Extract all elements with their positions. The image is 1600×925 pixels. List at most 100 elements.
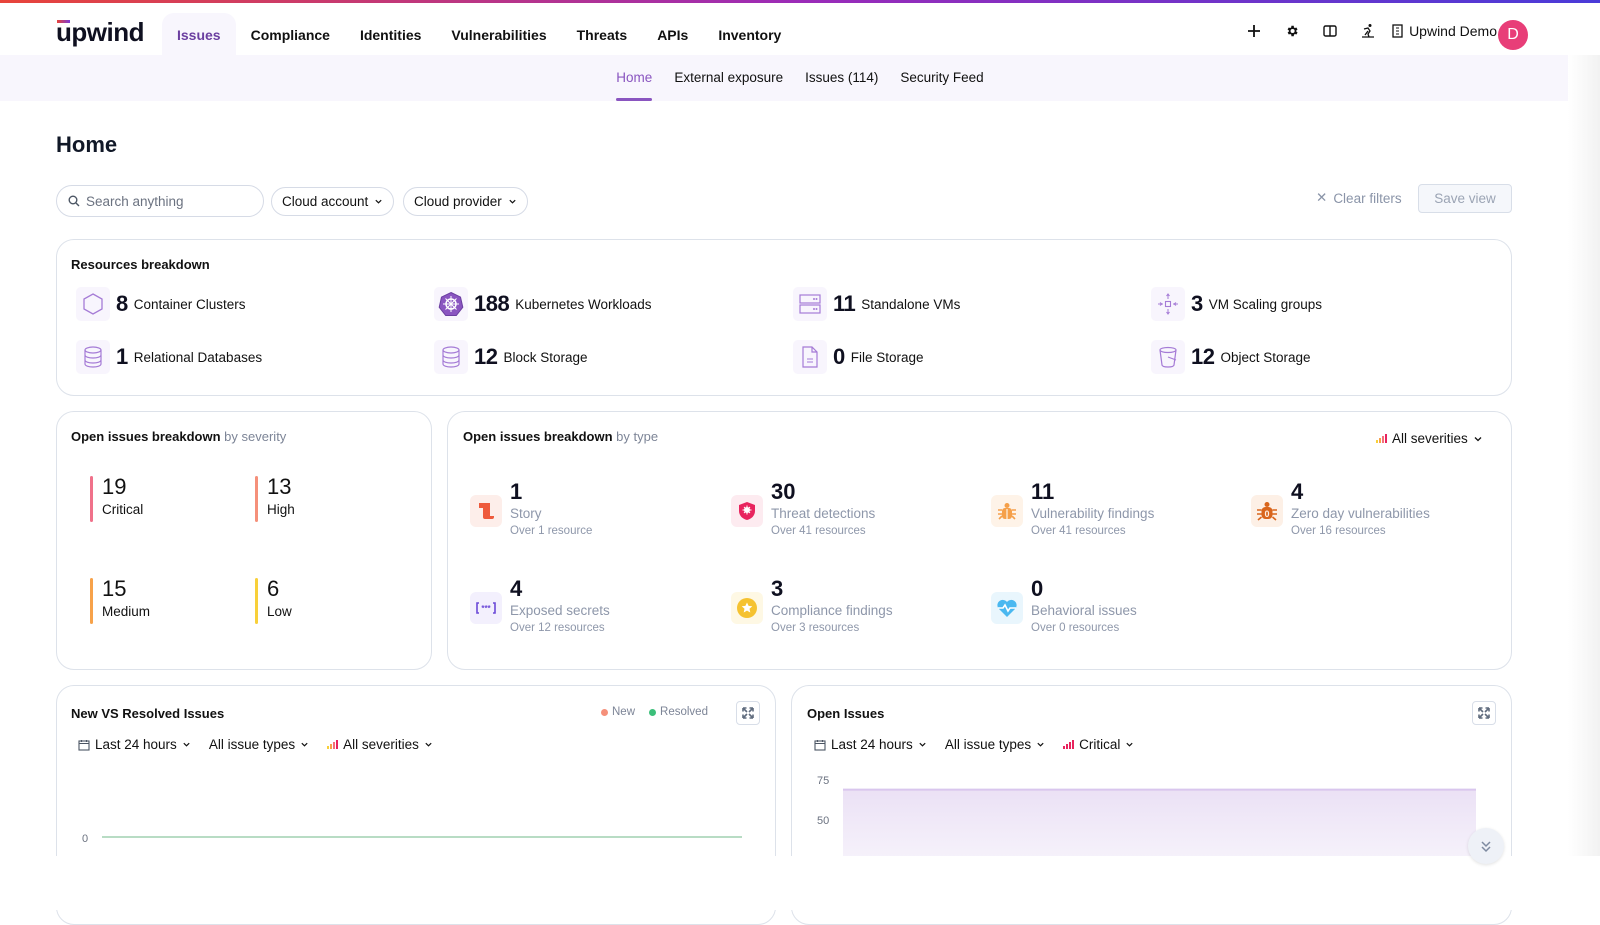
new-vs-resolved-filters: Last 24 hours All issue types All severi… xyxy=(78,737,433,752)
type-resources: Over 16 resources xyxy=(1291,525,1386,537)
resource-label: Relational Databases xyxy=(133,349,263,365)
expand-chart-button[interactable] xyxy=(1472,701,1496,725)
kubernetes-icon xyxy=(434,287,468,321)
type-zero-day-vulnerabilities[interactable]: 0 4 Zero day vulnerabilities Over 16 resou… xyxy=(1251,479,1430,537)
main-nav-tab-apis[interactable]: APIs xyxy=(642,13,703,58)
type-exposed-secrets[interactable]: *** 4 Exposed secrets Over 12 resources xyxy=(470,576,610,634)
type-title-main: Open issues breakdown xyxy=(463,429,613,444)
severity-label: Critical xyxy=(1079,737,1121,752)
resource-block-storage[interactable]: 12 Block Storage xyxy=(434,340,588,374)
severity-dropdown[interactable]: Critical xyxy=(1063,737,1134,752)
new-vs-resolved-title: New VS Resolved Issues xyxy=(71,706,225,721)
resource-count: 11 xyxy=(833,291,856,316)
issue-type-dropdown[interactable]: All issue types xyxy=(945,737,1045,752)
severity-title-main: Open issues breakdown xyxy=(71,429,221,444)
type-story[interactable]: 1 Story Over 1 resource xyxy=(470,479,592,537)
cloud-provider-filter[interactable]: Cloud provider xyxy=(403,187,528,216)
resource-container-clusters[interactable]: 8 Container Clusters xyxy=(76,287,246,321)
legend-label: New xyxy=(612,706,636,718)
resource-count: 1 xyxy=(116,344,128,369)
time-range-dropdown[interactable]: Last 24 hours xyxy=(814,737,927,752)
type-label: Compliance findings xyxy=(771,603,893,618)
type-behavioral-issues[interactable]: 0 Behavioral issues Over 0 resources xyxy=(991,576,1137,634)
severity-critical[interactable]: 19 Critical xyxy=(90,474,144,522)
time-range-dropdown[interactable]: Last 24 hours xyxy=(78,737,191,752)
main-nav-tab-compliance[interactable]: Compliance xyxy=(236,13,345,58)
type-severity-dropdown[interactable]: All severities xyxy=(1376,431,1483,446)
new-vs-resolved-chart: 0 xyxy=(82,833,742,845)
type-count: 4 xyxy=(510,576,523,601)
type-resources: Over 12 resources xyxy=(510,622,605,634)
save-view-button[interactable]: Save view xyxy=(1418,184,1512,213)
type-threat-detections[interactable]: 30 Threat detections Over 41 resources xyxy=(731,479,875,537)
chevron-down-icon xyxy=(1126,742,1133,747)
cloud-account-filter[interactable]: Cloud account xyxy=(271,187,395,216)
search-input[interactable]: Search anything xyxy=(56,185,264,217)
y-tick-label: 50 xyxy=(817,815,829,827)
severity-label: High xyxy=(267,502,295,517)
severity-count: 15 xyxy=(102,576,127,601)
type-vulnerability-findings[interactable]: 11 Vulnerability findings Over 41 resource… xyxy=(991,479,1154,537)
resource-standalone-vms[interactable]: 11 Standalone VMs xyxy=(793,287,960,321)
legend-item-resolved[interactable]: Resolved xyxy=(649,706,708,718)
type-resources: Over 0 resources xyxy=(1031,622,1120,634)
main-nav-tab-inventory[interactable]: Inventory xyxy=(703,13,796,58)
severity-count: 6 xyxy=(267,576,280,601)
user-avatar[interactable]: D xyxy=(1498,20,1528,50)
page-title: Home xyxy=(56,132,118,157)
gear-icon[interactable] xyxy=(1273,17,1311,45)
type-compliance-findings[interactable]: 3 Compliance findings Over 3 resources xyxy=(731,576,893,634)
scroll-down-button[interactable] xyxy=(1468,828,1504,864)
bug-icon xyxy=(991,495,1023,527)
subnav-tab-security-feed[interactable]: Security Feed xyxy=(889,55,994,101)
severity-label: Critical xyxy=(102,502,144,517)
chevron-down-icon xyxy=(425,742,432,747)
main-nav-tab-identities[interactable]: Identities xyxy=(345,13,436,58)
main-nav-tab-vulnerabilities[interactable]: Vulnerabilities xyxy=(436,13,561,58)
type-count: 30 xyxy=(771,479,796,504)
plus-icon[interactable] xyxy=(1235,17,1273,45)
severity-medium[interactable]: 15 Medium xyxy=(90,576,150,624)
legend-item-new[interactable]: New xyxy=(601,706,635,718)
subnav-tab-home[interactable]: Home xyxy=(605,55,663,101)
main-nav-tab-issues[interactable]: Issues xyxy=(162,13,236,58)
sub-navigation: Home External exposure Issues (114) Secu… xyxy=(0,55,1600,101)
chevron-down-icon xyxy=(1037,742,1044,747)
legend-dot xyxy=(649,708,657,716)
severity-bars-icon xyxy=(1376,434,1387,443)
upwind-logo[interactable]: upwind xyxy=(56,17,144,48)
book-icon[interactable] xyxy=(1311,17,1349,45)
bucket-icon xyxy=(1151,340,1185,374)
resource-kubernetes-workloads[interactable]: 188 Kubernetes Workloads xyxy=(434,287,652,321)
type-breakdown-title: Open issues breakdown by type xyxy=(463,429,658,444)
resource-count: 12 xyxy=(474,344,498,369)
onboarding-icon[interactable] xyxy=(1349,17,1387,45)
clear-filters-button[interactable]: ✕ Clear filters xyxy=(1316,190,1402,206)
expand-chart-button[interactable] xyxy=(736,701,760,725)
cloud-account-label: Cloud account xyxy=(282,194,369,209)
severity-dropdown[interactable]: All severities xyxy=(327,737,433,752)
issue-type-label: All issue types xyxy=(944,737,1032,752)
viewport-bottom xyxy=(0,856,1600,910)
clear-filters-label: Clear filters xyxy=(1333,190,1402,206)
severity-high[interactable]: 13 High xyxy=(255,474,295,522)
subnav-tab-external-exposure[interactable]: External exposure xyxy=(663,55,794,101)
issue-type-dropdown[interactable]: All issue types xyxy=(209,737,309,752)
severity-color-bar xyxy=(90,476,93,522)
severity-low[interactable]: 6 Low xyxy=(255,576,292,624)
secrets-icon: *** xyxy=(470,592,502,624)
main-nav-tab-threats[interactable]: Threats xyxy=(562,13,643,58)
subnav-tab-issues[interactable]: Issues (114) xyxy=(794,55,889,101)
resource-label: File Storage xyxy=(850,349,924,365)
resource-object-storage[interactable]: 12 Object Storage xyxy=(1151,340,1311,374)
search-icon xyxy=(68,195,80,207)
resource-vm-scaling-groups[interactable]: 3 VM Scaling groups xyxy=(1151,287,1322,321)
hexagon-icon xyxy=(76,287,110,321)
organization-selector[interactable]: Upwind Demo xyxy=(1391,23,1512,39)
severity-color-bar xyxy=(90,578,93,624)
open-issues-filters: Last 24 hours All issue types Critical xyxy=(814,737,1134,752)
severity-title-sub: by severity xyxy=(224,429,287,444)
resource-relational-databases[interactable]: 1 Relational Databases xyxy=(76,340,262,374)
server-icon xyxy=(793,287,827,321)
resource-file-storage[interactable]: 0 File Storage xyxy=(793,340,924,374)
